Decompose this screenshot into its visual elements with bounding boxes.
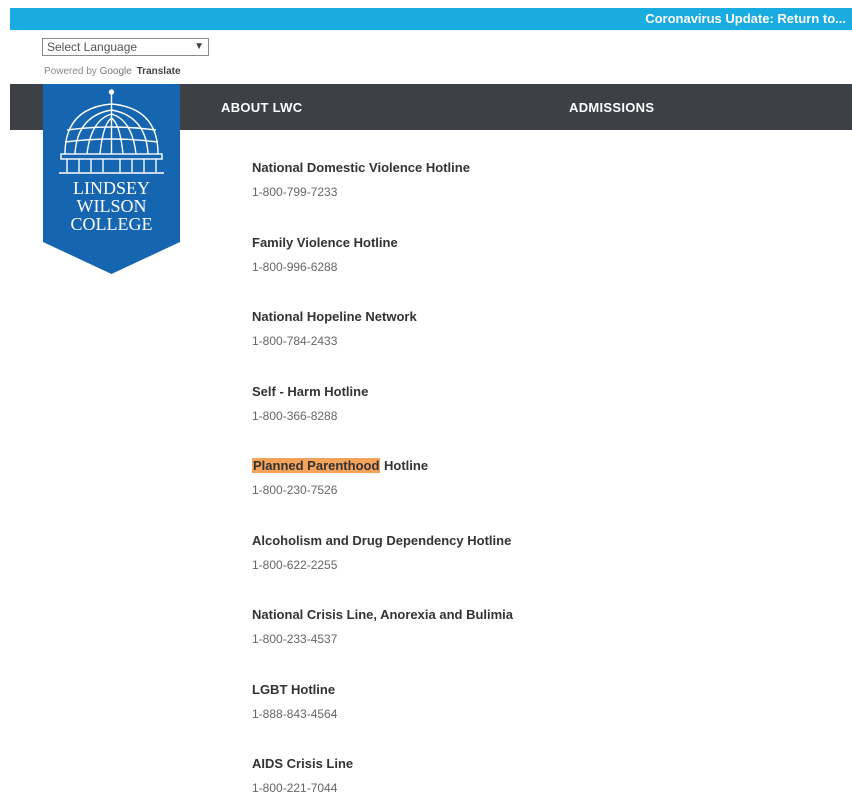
hotline-title: National Domestic Violence Hotline	[252, 160, 470, 175]
powered-by-label: Powered by	[44, 66, 97, 77]
list-item: Alcoholism and Drug Dependency Hotline 1…	[252, 528, 812, 603]
hotline-phone[interactable]: 1-888-843-4564	[252, 703, 812, 725]
logo-line-2: WILSON	[77, 196, 147, 216]
list-item: National Crisis Line, Anorexia and Bulim…	[252, 602, 812, 677]
hotline-list: National Domestic Violence Hotline 1-800…	[252, 155, 812, 798]
announcement-banner[interactable]: Coronavirus Update: Return to...	[10, 8, 852, 30]
hotline-title: National Hopeline Network	[252, 309, 417, 324]
hotline-phone[interactable]: 1-800-366-8288	[252, 405, 812, 427]
hotline-phone[interactable]: 1-800-221-7044	[252, 777, 812, 798]
hotline-title: National Crisis Line, Anorexia and Bulim…	[252, 607, 514, 622]
hotline-phone[interactable]: 1-800-996-6288	[252, 256, 812, 278]
hotline-title-rest: Hotline	[380, 458, 429, 473]
language-select[interactable]: Select Language ▼	[42, 38, 209, 56]
list-item: AIDS Crisis Line 1-800-221-7044	[252, 751, 812, 798]
logo-line-1: LINDSEY	[73, 178, 150, 198]
translate-link[interactable]: Translate	[137, 66, 181, 77]
college-logo[interactable]: LINDSEY WILSON COLLEGE	[43, 84, 180, 276]
hotline-phone[interactable]: 1-800-622-2255	[252, 554, 812, 576]
hotline-phone[interactable]: 1-800-233-4537	[252, 628, 812, 650]
hotline-title: Family Violence Hotline	[252, 234, 398, 250]
list-item: Family Violence Hotline 1-800-996-6288	[252, 230, 812, 305]
google-label: Google	[99, 66, 132, 77]
banner-text[interactable]: Coronavirus Update: Return to...	[645, 11, 846, 26]
language-select-value: Select Language	[47, 40, 138, 54]
hotline-title: Planned Parenthood Hotline	[252, 453, 812, 479]
nav-item-about-lwc[interactable]: ABOUT LWC	[221, 100, 302, 115]
hotline-title: Alcoholism and Drug Dependency Hotline	[252, 532, 512, 548]
chevron-down-icon: ▼	[194, 41, 204, 52]
search-highlight: Planned Parenthood	[252, 458, 381, 473]
hotline-phone[interactable]: 1-800-799-7233	[252, 181, 812, 203]
hotline-title: Self - Harm Hotline	[252, 383, 369, 399]
list-item: Planned Parenthood Hotline 1-800-230-752…	[252, 453, 812, 528]
nav-item-admissions[interactable]: ADMISSIONS	[569, 100, 654, 115]
hotline-title: AIDS Crisis Line	[252, 756, 354, 771]
dome-crest-icon: LINDSEY WILSON COLLEGE	[43, 84, 180, 274]
hotline-phone[interactable]: 1-800-230-7526	[252, 479, 812, 501]
list-item: LGBT Hotline 1-888-843-4564	[252, 677, 812, 752]
list-item: National Domestic Violence Hotline 1-800…	[252, 155, 812, 230]
list-item: National Hopeline Network 1-800-784-2433	[252, 304, 812, 379]
hotline-title: LGBT Hotline	[252, 681, 336, 697]
page: Coronavirus Update: Return to... Select …	[0, 0, 852, 798]
list-item: Self - Harm Hotline 1-800-366-8288	[252, 379, 812, 454]
hotline-phone[interactable]: 1-800-784-2433	[252, 330, 812, 352]
logo-line-3: COLLEGE	[71, 214, 153, 234]
powered-by-google-translate: Powered by Google Translate	[44, 66, 181, 77]
